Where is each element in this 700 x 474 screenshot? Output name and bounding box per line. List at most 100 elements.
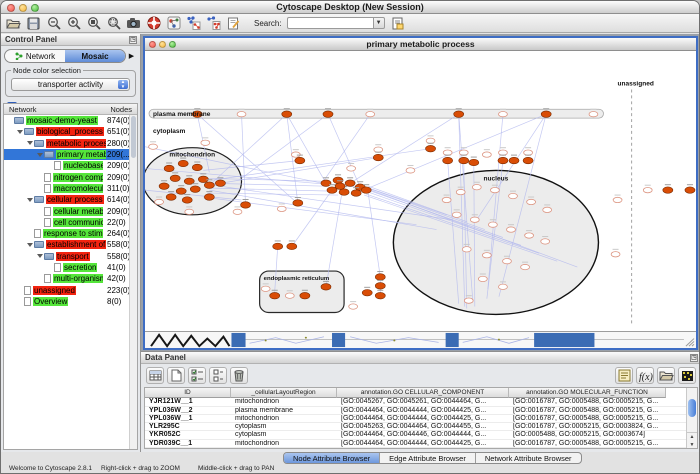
column-header[interactable]: annotation.GO CELLULAR_COMPONENT [337,388,509,398]
network-node[interactable] [454,111,464,118]
tree-row-overview[interactable]: Overview8(0) [4,296,129,307]
network-node-unhighlighted[interactable] [277,206,286,211]
network-node[interactable] [164,165,174,172]
network-node-unhighlighted[interactable] [349,304,358,309]
network-node-unhighlighted[interactable] [237,111,246,116]
network-node[interactable] [241,202,251,209]
expand-networks-icon[interactable] [206,16,221,31]
network-node[interactable] [159,183,169,190]
network-node[interactable] [685,187,695,194]
function-builder-icon[interactable]: f(x) [636,367,654,384]
network-node-unhighlighted[interactable] [482,152,491,157]
expand-arrow-icon[interactable] [37,254,43,258]
tree-row-establishment-of-lo[interactable]: establishment of lo558(0) [4,239,129,250]
network-node-unhighlighted[interactable] [488,222,497,227]
network-node-unhighlighted[interactable] [261,286,270,291]
network-node-unhighlighted[interactable] [589,111,598,116]
delete-attribute-icon[interactable] [230,367,248,384]
network-node-unhighlighted[interactable] [464,298,473,303]
zoom-fit-icon[interactable] [86,16,101,31]
network-node[interactable] [345,180,355,187]
tree-row-multi-organism-pro[interactable]: multi-organism pro42(0) [4,273,129,284]
network-node[interactable] [176,188,186,195]
more-tabs-button[interactable]: ▶ [126,49,137,63]
network-node[interactable] [293,200,303,207]
table-row[interactable]: YLR295Ccytoplasm[GO:0045263, GO:0044464,… [145,423,697,431]
tree-row-macromolecule[interactable]: macromolecule311(0) [4,183,129,194]
save-session-icon[interactable] [26,16,41,31]
network-node-unhighlighted[interactable] [611,252,620,257]
annotation-icon[interactable] [226,16,241,31]
network-node[interactable] [204,182,214,189]
network-node[interactable] [361,187,371,194]
expand-arrow-icon[interactable] [17,130,23,134]
tree-row-nucleobase-[interactable]: nucleobase-209(0) [4,160,129,171]
attribute-matrix-icon[interactable] [146,367,164,384]
network-node-unhighlighted[interactable] [366,111,375,116]
network-node-unhighlighted[interactable] [233,209,242,214]
network-node[interactable] [321,180,331,187]
network-node-unhighlighted[interactable] [426,138,435,143]
network-node-unhighlighted[interactable] [452,212,461,217]
tree-row-transport[interactable]: transport558(0) [4,251,129,262]
network-node[interactable] [335,183,345,190]
float-data-panel-icon[interactable]: ◳ [690,354,698,362]
column-header[interactable]: ID [145,388,231,398]
combobox-stepper[interactable]: ▲▼ [118,80,128,89]
zoom-out-icon[interactable] [46,16,61,31]
network-node[interactable] [166,194,176,201]
network-node-unhighlighted[interactable] [499,150,508,155]
network-node[interactable] [509,157,519,164]
network-node[interactable] [469,159,479,166]
expand-arrow-icon[interactable] [27,141,33,145]
network-node-unhighlighted[interactable] [507,227,516,232]
minimize-button[interactable] [19,4,27,12]
expand-arrow-icon[interactable] [37,153,43,157]
tree-row-primary-metabo[interactable]: primary metabo209(... [4,149,129,160]
network-node-unhighlighted[interactable] [527,199,536,204]
network-node[interactable] [192,164,202,171]
network-node[interactable] [300,292,310,299]
network-node-unhighlighted[interactable] [406,168,415,173]
network-node[interactable] [273,243,283,250]
tree-row-cellular-metabo[interactable]: cellular metabo209(0) [4,205,129,216]
resize-grip[interactable] [686,339,694,347]
network-node-unhighlighted[interactable] [521,264,530,269]
network-node[interactable] [323,111,333,118]
table-scrollbar-thumb[interactable] [688,399,696,417]
network-node[interactable] [375,283,385,290]
network-node-unhighlighted[interactable] [443,150,452,155]
network-node-unhighlighted[interactable] [155,199,164,204]
new-attribute-icon[interactable] [167,367,185,384]
network-node[interactable] [443,157,453,164]
network-node[interactable] [282,111,292,118]
network-node-unhighlighted[interactable] [643,187,652,192]
network-node[interactable] [339,189,349,196]
network-node[interactable] [426,145,436,152]
search-dropdown-button[interactable]: ▼ [373,17,385,29]
table-scrollbar[interactable]: ▲▼ [686,388,697,448]
matrix-view-icon[interactable] [678,367,696,384]
network-node-unhighlighted[interactable] [442,197,451,202]
network-node-unhighlighted[interactable] [509,193,518,198]
table-scrollbar-arrows[interactable]: ▲▼ [687,432,697,448]
network-node-unhighlighted[interactable] [459,150,468,155]
vizmapper-icon[interactable] [166,16,181,31]
network-node-unhighlighted[interactable] [524,150,533,155]
network-node[interactable] [373,154,383,161]
tab-node-attribute-browser[interactable]: Node Attribute Browser [284,453,380,463]
tree-row-biological-process[interactable]: biological_process651(0) [4,126,129,137]
network-zoom-button[interactable] [169,41,176,48]
float-panel-icon[interactable]: ◳ [129,36,137,44]
select-attributes-icon[interactable] [188,367,206,384]
network-node[interactable] [204,194,214,201]
network-node-unhighlighted[interactable] [525,233,534,238]
network-node[interactable] [215,180,225,187]
help-icon[interactable] [146,16,161,31]
tab-network-attribute-browser[interactable]: Network Attribute Browser [476,453,581,463]
network-node[interactable] [270,292,280,299]
network-node[interactable] [321,284,331,291]
network-node-unhighlighted[interactable] [478,276,487,281]
network-node-unhighlighted[interactable] [503,259,512,264]
network-node[interactable] [170,175,180,182]
